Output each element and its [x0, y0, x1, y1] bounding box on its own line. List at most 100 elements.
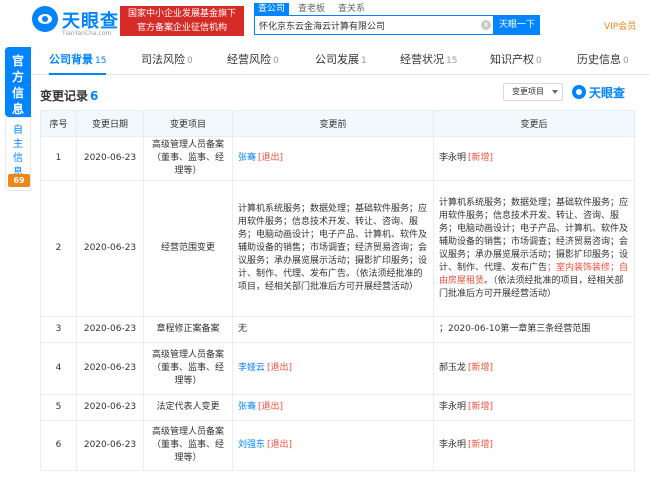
row-date: 2020-06-23 — [76, 394, 144, 421]
table-row: 2 2020-06-23 经营范围变更 计算机系统服务；数据处理；基础软件服务；… — [40, 180, 635, 317]
tab-label: 经营风险 — [227, 53, 271, 66]
search-tab-relation[interactable]: 查关系 — [334, 3, 369, 15]
gov-badge[interactable]: 国家中小企业发展基金旗下 官方备案企业征信机构 — [120, 6, 244, 36]
table-row: 1 2020-06-23 高级管理人员备案（董事、监事、经理等） 张骞 [退出] … — [40, 136, 635, 181]
col-item-header: 变更项目 — [143, 110, 233, 137]
table-row: 6 2020-06-23 高级管理人员备案（董事、监事、经理等） 刘强东 [退出]… — [40, 420, 635, 471]
vip-link[interactable]: VIP会员 — [604, 19, 636, 32]
tab-count: 1 — [361, 56, 367, 66]
person-name: 郝玉龙 — [439, 363, 467, 373]
table-header-row: 序号 变更日期 变更项目 变更前 变更后 — [40, 110, 635, 137]
table-row: 4 2020-06-23 高级管理人员备案（董事、监事、经理等） 李娅云 [退出]… — [40, 342, 635, 395]
person-link[interactable]: 李娅云 — [238, 363, 265, 373]
row-after: 郝玉龙 [新增] — [433, 342, 635, 395]
exit-tag: [退出] — [267, 440, 293, 450]
row-item: 高级管理人员备案（董事、监事、经理等） — [143, 342, 233, 395]
new-tag: [新增] — [468, 402, 494, 412]
row-date: 2020-06-23 — [76, 180, 144, 317]
new-tag: [新增] — [468, 440, 494, 450]
row-before: 张骞 [退出] — [232, 394, 434, 421]
tab-business-status[interactable]: 经营状况 15 — [400, 47, 457, 75]
search-box: × — [254, 15, 495, 35]
tab-count: 15 — [95, 56, 107, 66]
gov-badge-line1: 国家中小企业发展基金旗下 — [127, 9, 236, 19]
section-title-label: 变更记录 — [40, 89, 89, 103]
row-item: 高级管理人员备案（董事、监事、经理等） — [143, 420, 233, 471]
person-name: 李永明 — [439, 153, 467, 163]
row-item: 章程修正案备案 — [143, 316, 233, 343]
top-header: 天眼查 TianYanCha.com 国家中小企业发展基金旗下 官方备案企业征信… — [0, 0, 650, 44]
new-tag: [新增] — [468, 363, 494, 373]
tab-label: 司法风险 — [141, 53, 185, 66]
row-after: ；2020-06-10第一章第三条经营范围 — [433, 316, 635, 343]
tab-label: 历史信息 — [577, 53, 621, 66]
row-before: 计算机系统服务；数据处理；基础软件服务；应用软件服务；信息技术开发、转让、咨询、… — [232, 180, 434, 317]
row-date: 2020-06-23 — [76, 342, 144, 395]
search-tab-company[interactable]: 查公司 — [254, 3, 290, 15]
tab-history-info[interactable]: 历史信息 0 — [577, 47, 629, 75]
tab-count: 0 — [187, 56, 193, 66]
change-records-table: 序号 变更日期 变更项目 变更前 变更后 1 2020-06-23 高级管理人员… — [40, 110, 635, 471]
row-seq: 2 — [40, 180, 77, 317]
table-row: 5 2020-06-23 法定代表人变更 张骞 [退出] 李永明 [新增] — [40, 394, 635, 421]
row-before: 张骞 [退出] — [232, 136, 434, 181]
tab-label: 公司发展 — [315, 53, 359, 66]
row-item: 高级管理人员备案（董事、监事、经理等） — [143, 136, 233, 181]
tab-company-development[interactable]: 公司发展 1 — [315, 47, 367, 75]
search-tab-boss[interactable]: 查老板 — [294, 3, 329, 15]
row-seq: 1 — [40, 136, 77, 181]
search-button[interactable]: 天眼一下 — [494, 15, 540, 35]
tab-company-background[interactable]: 公司背景 15 — [49, 47, 107, 75]
tab-label: 知识产权 — [490, 53, 534, 66]
row-date: 2020-06-23 — [76, 420, 144, 471]
col-seq-header: 序号 — [40, 110, 77, 137]
row-before: 无 — [232, 316, 434, 343]
exit-tag: [退出] — [258, 153, 284, 163]
tab-legal-risk[interactable]: 司法风险 0 — [141, 47, 193, 75]
table-row: 3 2020-06-23 章程修正案备案 无 ；2020-06-10第一章第三条… — [40, 316, 635, 343]
row-after: 计算机系统服务；数据处理；基础软件服务；应用软件服务；信息技术开发、转让、咨询、… — [433, 180, 635, 317]
row-item: 法定代表人变更 — [143, 394, 233, 421]
person-link[interactable]: 刘强东 — [238, 440, 265, 450]
sidebar-self-line1: 自主 — [13, 125, 23, 150]
row-after: 李永明 [新增] — [433, 136, 635, 181]
row-date: 2020-06-23 — [76, 136, 144, 181]
tab-label: 经营状况 — [400, 53, 444, 66]
logo-subtext: TianYanCha.com — [62, 30, 112, 37]
col-before-header: 变更前 — [232, 110, 434, 137]
after-text-part: 计算机系统服务；数据处理；基础软件服务；应用软件服务；信息技术开发、转让、咨询、… — [439, 197, 629, 273]
col-after-header: 变更后 — [433, 110, 635, 137]
row-before: 李娅云 [退出] — [232, 342, 434, 395]
search-type-tabs: 查公司 查老板 查关系 — [254, 3, 374, 15]
tianyancha-watermark: 天眼查 — [572, 84, 642, 100]
tab-count: 0 — [273, 56, 279, 66]
person-name: 李永明 — [439, 440, 467, 450]
col-date-header: 变更日期 — [76, 110, 144, 137]
row-seq: 3 — [40, 316, 77, 343]
tab-intellectual-property[interactable]: 知识产权 0 — [490, 47, 542, 75]
sidebar-official-label: 官方信息 — [11, 54, 24, 116]
row-after: 李永明 [新增] — [433, 394, 635, 421]
change-item-filter[interactable]: 变更项目 — [503, 83, 563, 101]
exit-tag: [退出] — [267, 363, 293, 373]
sidebar-self-count-badge: 69 — [8, 174, 30, 187]
row-seq: 4 — [40, 342, 77, 395]
watermark-text: 天眼查 — [589, 86, 626, 100]
tab-count: 15 — [446, 56, 458, 66]
tab-operation-risk[interactable]: 经营风险 0 — [227, 47, 279, 75]
category-tabs: 公司背景 15 司法风险 0 经营风险 0 公司发展 1 经营状况 15 知识产权 0 历史… — [31, 47, 650, 75]
section-title: 变更记录 6 — [40, 87, 98, 104]
tab-count: 0 — [623, 56, 629, 66]
person-name: 李永明 — [439, 402, 467, 412]
eye-logo-icon — [32, 6, 58, 32]
row-item: 经营范围变更 — [143, 180, 233, 317]
caret-down-icon — [552, 90, 558, 94]
search-input[interactable] — [255, 16, 495, 34]
sidebar-official-info[interactable]: 官方信息 — [5, 47, 31, 117]
new-tag: [新增] — [468, 153, 494, 163]
clear-icon[interactable]: × — [481, 20, 491, 30]
row-seq: 6 — [40, 420, 77, 471]
person-link[interactable]: 张骞 — [238, 153, 256, 163]
person-link[interactable]: 张骞 — [238, 402, 256, 412]
filter-label: 变更项目 — [512, 87, 544, 96]
